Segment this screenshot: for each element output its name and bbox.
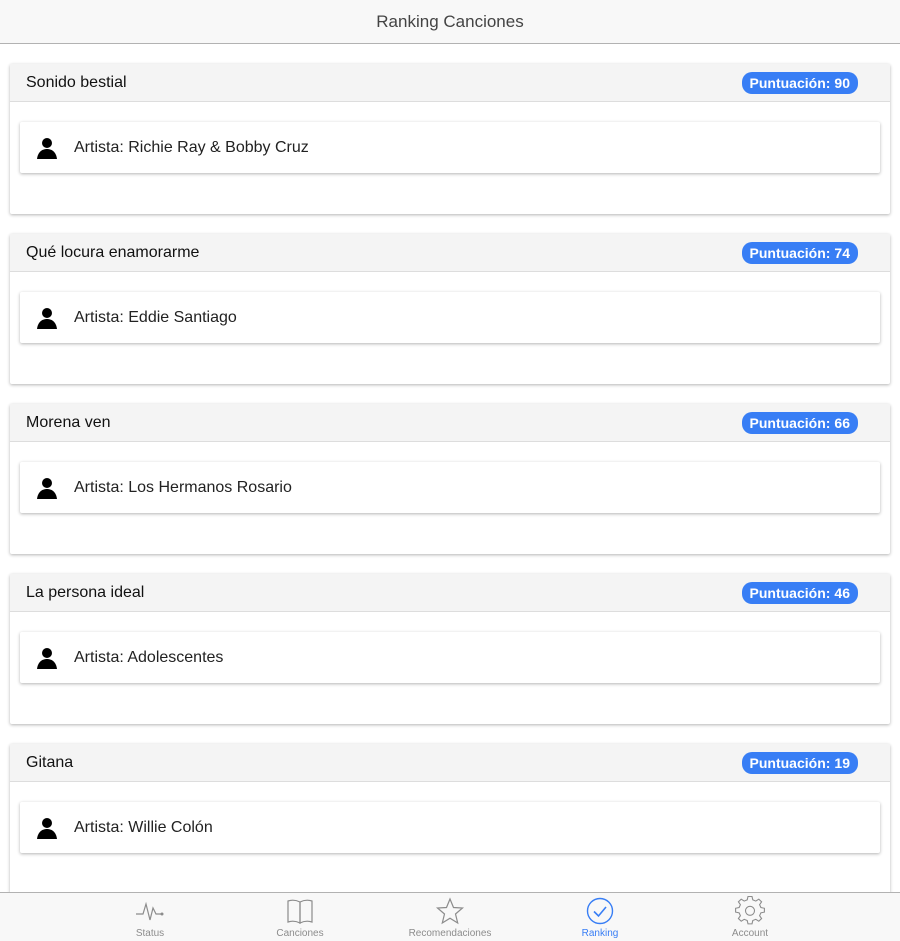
- checkmark-circle-icon: [586, 897, 614, 925]
- tab-label: Canciones: [276, 928, 324, 939]
- tab-status[interactable]: Status: [75, 893, 225, 941]
- song-card: Morena ven Puntuación: 66 Artista: Los H…: [10, 404, 890, 554]
- pulse-icon: [136, 901, 164, 921]
- artist-text: Artista: Richie Ray & Bobby Cruz: [74, 138, 309, 156]
- tab-canciones[interactable]: Canciones: [225, 893, 375, 941]
- artist-item[interactable]: Artista: Los Hermanos Rosario: [20, 462, 880, 513]
- song-title: La persona ideal: [26, 583, 145, 601]
- song-title: Morena ven: [26, 413, 111, 431]
- score-value: 66: [834, 414, 850, 431]
- tab-label: Status: [135, 928, 165, 939]
- tab-label: Recomendaciones: [408, 928, 492, 939]
- song-card-header: Sonido bestial Puntuación: 90: [10, 64, 890, 102]
- song-title: Qué locura enamorarme: [26, 243, 200, 261]
- person-icon: [37, 137, 57, 159]
- score-value: 74: [834, 244, 850, 261]
- score-value: 90: [834, 74, 850, 91]
- score-label: Puntuación:: [749, 414, 831, 431]
- song-card: Qué locura enamorarme Puntuación: 74 Art…: [10, 234, 890, 384]
- score-badge: Puntuación: 74: [741, 241, 858, 264]
- song-card-header: Gitana Puntuación: 19: [10, 744, 890, 782]
- song-card-header: La persona ideal Puntuación: 46: [10, 574, 890, 612]
- score-badge: Puntuación: 66: [741, 411, 858, 434]
- person-icon: [37, 817, 57, 839]
- song-card: Gitana Puntuación: 19 Artista: Willie Co…: [10, 744, 890, 892]
- tab-ranking[interactable]: Ranking: [525, 893, 675, 941]
- artist-text: Artista: Adolescentes: [74, 648, 224, 666]
- score-label: Puntuación:: [749, 74, 831, 91]
- song-card-header: Morena ven Puntuación: 66: [10, 404, 890, 442]
- tab-bar: Status Canciones Recomendaciones Ranking…: [0, 892, 900, 941]
- tab-recomendaciones[interactable]: Recomendaciones: [375, 893, 525, 941]
- person-icon: [37, 477, 57, 499]
- person-icon: [37, 647, 57, 669]
- score-value: 46: [834, 584, 850, 601]
- song-title: Gitana: [26, 753, 74, 771]
- song-card: Sonido bestial Puntuación: 90 Artista: R…: [10, 64, 890, 214]
- score-badge: Puntuación: 46: [741, 581, 858, 604]
- artist-item[interactable]: Artista: Richie Ray & Bobby Cruz: [20, 122, 880, 173]
- song-card: La persona ideal Puntuación: 46 Artista:…: [10, 574, 890, 724]
- artist-item[interactable]: Artista: Willie Colón: [20, 802, 880, 853]
- ranking-list[interactable]: Sonido bestial Puntuación: 90 Artista: R…: [0, 44, 900, 892]
- person-icon: [37, 307, 57, 329]
- score-label: Puntuación:: [749, 754, 831, 771]
- score-badge: Puntuación: 19: [741, 751, 858, 774]
- score-value: 19: [834, 754, 850, 771]
- artist-item[interactable]: Artista: Adolescentes: [20, 632, 880, 683]
- artist-text: Artista: Eddie Santiago: [74, 308, 237, 326]
- score-label: Puntuación:: [749, 584, 831, 601]
- score-badge: Puntuación: 90: [741, 71, 858, 94]
- star-icon: [435, 897, 465, 925]
- tab-label: Ranking: [581, 928, 619, 939]
- artist-text: Artista: Los Hermanos Rosario: [74, 478, 292, 496]
- page-title: Ranking Canciones: [376, 11, 524, 31]
- tab-account[interactable]: Account: [675, 893, 825, 941]
- song-title: Sonido bestial: [26, 73, 127, 91]
- tab-label: Account: [731, 928, 769, 939]
- song-card-header: Qué locura enamorarme Puntuación: 74: [10, 234, 890, 272]
- artist-text: Artista: Willie Colón: [74, 818, 213, 836]
- book-icon: [287, 899, 313, 924]
- artist-item[interactable]: Artista: Eddie Santiago: [20, 292, 880, 343]
- nav-bar: Ranking Canciones: [0, 0, 900, 44]
- score-label: Puntuación:: [749, 244, 831, 261]
- gear-icon: [735, 896, 765, 925]
